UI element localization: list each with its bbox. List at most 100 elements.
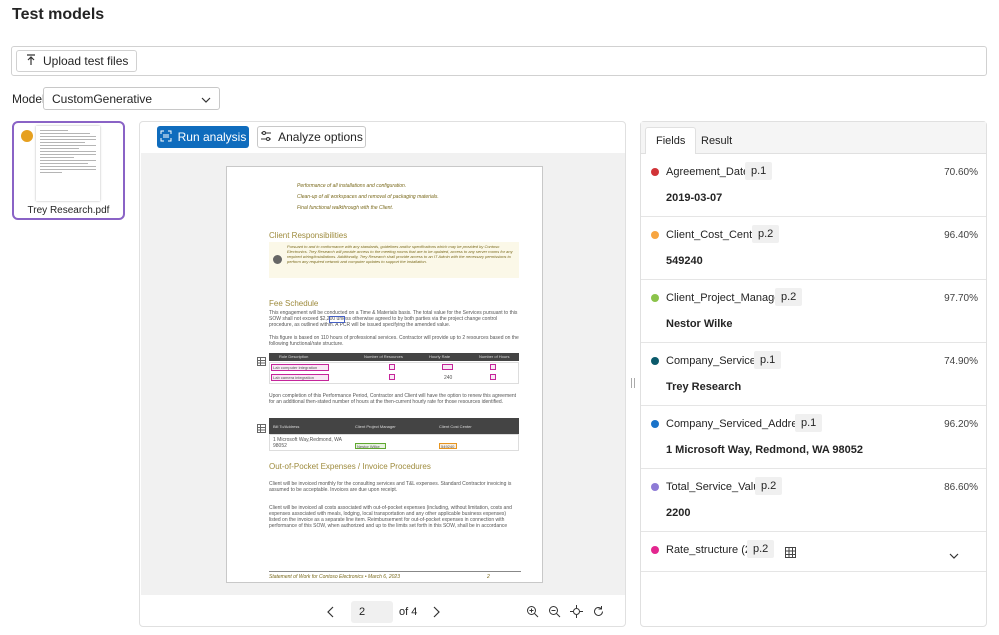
doc-paragraph: Upon completion of this Performance Peri… [269,393,517,405]
analyze-options-button[interactable]: Analyze options [257,126,366,148]
field-value: 1 Microsoft Way, Redmond, WA 98052 [666,444,864,456]
zoom-in-icon[interactable] [526,605,539,621]
panel-resize-handle[interactable] [631,378,635,388]
zoom-out-icon[interactable] [548,605,561,621]
table-cell: 549240 [441,444,455,449]
chevron-left-icon[interactable] [327,606,335,621]
field-name: Total_Service_Value [666,481,766,493]
field-confidence: 74.90% [944,356,978,367]
table-cell: Nestor Wilke [357,444,380,449]
field-value: Trey Research [666,381,742,393]
field-page-badge[interactable]: p.1 [795,414,823,432]
doc-heading: Out-of-Pocket Expenses / Invoice Procedu… [269,462,431,471]
scan-icon [160,130,172,145]
doc-note-text: Pursuant to and in conformance with any … [287,244,513,264]
document-page[interactable]: Performance of all installations and con… [226,166,543,583]
doc-paragraph: This engagement will be conducted on a T… [269,310,518,328]
upload-button[interactable]: Upload test files [16,50,138,72]
cost-center-highlight[interactable]: 549240 [439,443,457,449]
file-thumbnail[interactable]: Trey Research.pdf [12,121,125,220]
field-page-badge[interactable]: p.2 [752,225,780,243]
tab-fields[interactable]: Fields [645,127,697,154]
field-page-badge[interactable]: p.2 [755,477,783,495]
field-color-dot [651,546,659,554]
field-name: Company_Serviced [666,355,762,367]
table-cell: Lab computer integration [273,365,318,370]
table-cell: 240 [444,375,453,381]
field-confidence: 97.70% [944,293,978,304]
results-panel: Fields Result Agreement_Date p.1 70.60% … [640,121,987,627]
upload-bar: Upload test files [11,46,987,76]
field-confidence: 96.40% [944,230,978,241]
rate-row-highlight[interactable]: Lab camera integration [271,374,329,381]
field-row[interactable]: Company_Serviced_Address p.1 96.20% 1 Mi… [641,406,986,469]
field-name: Client_Project_Manager [666,292,785,304]
fit-icon[interactable] [570,605,583,621]
rate-row-highlight[interactable]: Lab computer integration [271,364,329,371]
project-manager-highlight[interactable]: Nestor Wilke [355,443,386,449]
total-value-highlight[interactable] [329,316,345,323]
field-row-table[interactable]: Rate_structure (2) p.2 [641,532,986,572]
doc-heading: Client Responsibilities [269,231,348,240]
model-select[interactable]: CustomGenerative [43,87,220,110]
field-row[interactable]: Client_Cost_Center p.2 96.40% 549240 [641,217,986,280]
tab-result[interactable]: Result [691,127,742,154]
rate-cell-highlight[interactable] [442,364,453,370]
rate-table-header: Role Description Number of Resources Hou… [269,353,519,361]
model-select-value: CustomGenerative [52,91,153,106]
upload-icon [25,53,37,69]
rotate-icon[interactable] [592,605,605,621]
field-color-dot [651,294,659,302]
field-name: Client_Cost_Center [666,229,762,241]
rate-cell-highlight[interactable] [490,364,496,370]
rate-cell-highlight[interactable] [490,374,496,380]
field-name: Rate_structure (2) [666,544,755,556]
field-color-dot [651,483,659,491]
run-analysis-button[interactable]: Run analysis [157,126,249,148]
field-confidence: 86.60% [944,482,978,493]
table-icon[interactable] [257,420,266,438]
doc-bullet: Performance of all installations and con… [297,183,407,189]
table-header-cell: Number of Hours [479,354,510,359]
footer-rule [269,571,521,572]
tab-bar: Fields Result [641,122,986,154]
doc-bullet: Clean-up of all workspaces and removal o… [297,194,439,200]
rate-cell-highlight[interactable] [389,374,395,380]
table-cell: Lab camera integration [273,375,314,380]
page-number-value: 2 [359,606,366,618]
page-count: of 4 [399,606,418,618]
field-value: 549240 [666,255,703,267]
field-page-badge[interactable]: p.2 [775,288,803,306]
chevron-down-icon[interactable] [949,546,959,564]
analyze-options-label: Analyze options [278,130,363,144]
table-cell: 1 Microsoft Way,Redmond, WA 98052 [273,437,342,449]
field-page-badge[interactable]: p.2 [747,540,775,558]
table-header-cell: Client Cost Center [439,424,472,429]
table-icon[interactable] [785,545,796,563]
table-header-cell: Client Project Manager [355,424,396,429]
field-row[interactable]: Total_Service_Value p.2 86.60% 2200 [641,469,986,532]
field-page-badge[interactable]: p.1 [754,351,782,369]
chevron-right-icon[interactable] [432,606,440,621]
field-page-badge[interactable]: p.1 [745,162,773,180]
field-value: 2200 [666,507,691,519]
page-title: Test models [12,6,105,23]
doc-heading: Fee Schedule [269,299,319,308]
info-icon [273,255,282,264]
pager: 2 of 4 [141,597,625,627]
field-row[interactable]: Agreement_Date p.1 70.60% 2019-03-07 [641,154,986,217]
thumbnail-preview [36,126,100,201]
chevron-down-icon [201,92,211,106]
field-confidence: 96.20% [944,419,978,430]
field-color-dot [651,168,659,176]
field-row[interactable]: Company_Serviced p.1 74.90% Trey Researc… [641,343,986,406]
rate-cell-highlight[interactable] [389,364,395,370]
field-name: Company_Serviced_Address [666,418,809,430]
doc-page-number: 2 [487,574,490,580]
table-icon[interactable] [257,353,266,371]
doc-paragraph: Client will be invoiced all costs associ… [269,505,512,529]
doc-paragraph: This figure is based on 110 hours of pro… [269,335,519,347]
field-row[interactable]: Client_Project_Manager p.2 97.70% Nestor… [641,280,986,343]
page-number-input[interactable]: 2 [351,601,393,623]
bill-table-header: Bill To/Address Client Project Manager C… [269,418,519,434]
